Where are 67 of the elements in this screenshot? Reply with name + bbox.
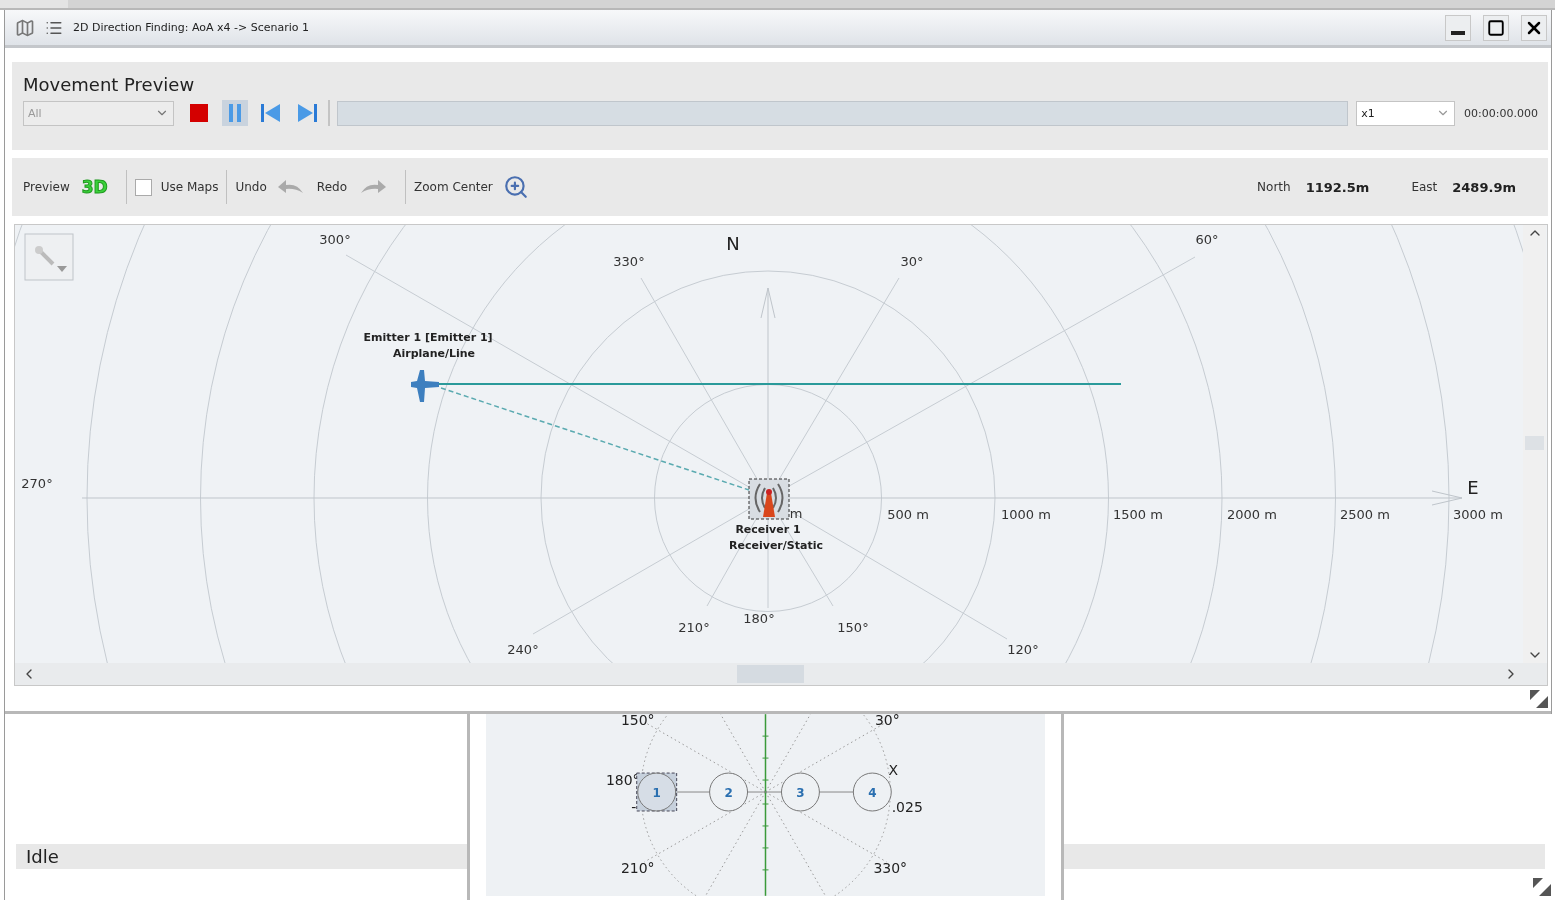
filter-dropdown[interactable]: All: [23, 100, 174, 126]
redo-label: Redo: [316, 180, 347, 194]
speed-dropdown[interactable]: x1: [1356, 100, 1456, 126]
angle-label: 60°: [1195, 232, 1219, 247]
panel-title: Movement Preview: [23, 74, 196, 95]
range-label: 1000 m: [1001, 507, 1051, 522]
maximize-button[interactable]: [1483, 14, 1509, 41]
pause-icon: [226, 103, 243, 123]
vertical-scrollbar[interactable]: [1523, 225, 1546, 663]
resize-grip-icon[interactable]: [1533, 878, 1551, 896]
plot-label: .025: [891, 799, 923, 815]
emitter-name: Emitter 1 [Emitter 1]: [363, 331, 493, 344]
skip-back-icon: [259, 103, 282, 123]
receiver-icon: [748, 478, 790, 520]
angle-label: 150°: [837, 620, 869, 635]
antenna-element[interactable]: 2: [709, 772, 749, 812]
angle-label: 120°: [1007, 642, 1039, 657]
window-title: 2D Direction Finding: AoA x4 -> Scenario 1: [73, 21, 310, 34]
pause-button[interactable]: [221, 100, 248, 126]
emitter-type: Airplane/Line: [392, 347, 476, 360]
maximize-icon: [1487, 18, 1505, 37]
range-label: 2500 m: [1340, 507, 1390, 522]
use-maps-checkbox[interactable]: [134, 178, 152, 196]
horizontal-scrollbar[interactable]: [15, 663, 1547, 685]
range-label: 2000 m: [1227, 507, 1277, 522]
plot-label: 330°: [873, 859, 908, 876]
range-label: 500 m: [887, 507, 929, 522]
undo-label: Undo: [235, 180, 267, 194]
angle-label: 180°: [743, 611, 775, 626]
antenna-element[interactable]: 3: [780, 772, 820, 812]
stop-icon: [188, 103, 209, 123]
angle-label: 210°: [678, 620, 710, 635]
status-text: Idle: [16, 844, 467, 869]
minimize-icon: [1451, 30, 1465, 35]
north-value: 1192.5m: [1305, 179, 1370, 195]
east-value: 2489.9m: [1452, 179, 1516, 195]
plot-label: 30°: [874, 714, 900, 729]
preview-label: Preview: [23, 180, 70, 194]
axis-label: E: [1467, 477, 1479, 498]
axis-label: N: [726, 233, 740, 254]
north-label: North: [1257, 180, 1291, 194]
receiver-name: Receiver 1: [735, 523, 801, 536]
skip-forward-icon: [295, 103, 318, 123]
range-label: 1500 m: [1113, 507, 1163, 522]
plot-label: 150°: [620, 714, 655, 729]
elapsed-time: 00:00:00.000: [1464, 106, 1538, 120]
plot-label: 210°: [620, 859, 655, 876]
range-label: m: [789, 506, 803, 521]
close-button[interactable]: [1521, 14, 1547, 41]
receiver-type: Receiver/Static: [729, 539, 823, 552]
angle-label: 300°: [319, 232, 351, 247]
angle-label: 270°: [21, 476, 53, 491]
range-label: 3000 m: [1453, 507, 1503, 522]
angle-label: 240°: [507, 642, 539, 657]
east-label: East: [1411, 180, 1438, 194]
airplane-icon: [411, 370, 439, 402]
resize-grip-icon[interactable]: [1530, 689, 1548, 708]
map-icon: [15, 17, 35, 38]
plot-label: -: [631, 799, 637, 815]
zoom-center-label: Zoom Center: [414, 180, 493, 194]
antenna-element[interactable]: 1: [636, 772, 678, 812]
use-maps-label: Use Maps: [160, 180, 219, 194]
angle-label: 30°: [900, 254, 924, 269]
angle-label: 330°: [613, 254, 645, 269]
timeline-track[interactable]: [336, 100, 1349, 126]
minimize-button[interactable]: [1445, 14, 1471, 41]
zoom-center-icon[interactable]: [502, 174, 529, 200]
